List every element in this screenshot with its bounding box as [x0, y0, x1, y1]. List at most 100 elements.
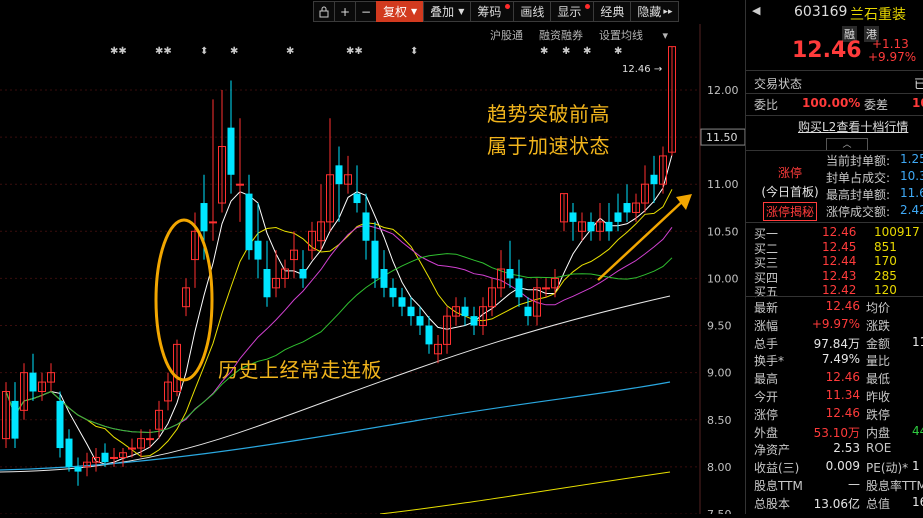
kline-chart[interactable]: 12.00 11.50 11.00 10.50 10.00 9.50 9.00 8.50 8.0…: [0, 0, 746, 518]
event-marker-icon[interactable]: ✱: [583, 46, 591, 57]
fuquan-button[interactable]: 复权 ▼: [376, 1, 425, 22]
hide-button[interactable]: 隐藏 ▸▸: [630, 1, 680, 22]
lock-icon[interactable]: [313, 1, 335, 22]
stat-label-right: 金额: [866, 336, 891, 351]
back-arrow-icon[interactable]: ◀: [752, 4, 760, 17]
quote-stat-row: 收益(三) 0.009 PE(动)* 1: [746, 459, 923, 477]
stat-label: 涨停: [754, 407, 779, 422]
overlay-button[interactable]: 叠加 ▼: [423, 1, 472, 22]
stat-value: —: [848, 477, 860, 491]
price-row: 12.46 +1.13 +9.97%: [746, 37, 923, 64]
y-tick-label: 10.00: [707, 272, 739, 285]
event-marker-icon[interactable]: ✱✱: [346, 46, 363, 57]
candle-body: [380, 269, 388, 288]
classic-button[interactable]: 经典: [593, 1, 632, 22]
candle-body: [506, 269, 514, 279]
weibi-value: 100.00%: [802, 96, 861, 110]
quote-stat-row: 净资产 2.53 ROE: [746, 441, 923, 459]
candle-body: [407, 306, 415, 317]
limit-up-stat-row: 涨停成交额: 2.42: [746, 203, 923, 221]
stat-label: 总股本: [754, 496, 791, 511]
candle-body: [569, 212, 577, 222]
display-button[interactable]: 显示: [550, 1, 595, 22]
candle-body: [254, 240, 262, 260]
candle-body: [425, 325, 433, 345]
event-marker-icon[interactable]: ⬍: [200, 46, 208, 57]
ma10-line: [5, 189, 673, 458]
stat-label: 最新: [754, 301, 779, 315]
limit-up-stat-label: 封单占成交:: [826, 171, 891, 185]
stat-label: 外盘: [754, 425, 779, 440]
candle-body: [200, 203, 208, 232]
stat-value-right: 11: [912, 334, 923, 349]
stat-label: 股息TTM: [754, 479, 803, 493]
price-change: +1.13: [872, 37, 909, 51]
limit-up-stat-row: 封单占成交: 10.3: [746, 169, 923, 187]
stat-value: 0.009: [825, 459, 860, 474]
y-tick-label: 9.00: [707, 367, 732, 380]
event-marker-icon[interactable]: ⬍: [410, 46, 418, 57]
limit-up-stat-row: 当前封单额: 1.25: [746, 152, 923, 170]
stat-label: 收益(三): [754, 461, 800, 476]
chart-canvas: 12.00 11.50 11.00 10.50 10.00 9.50 9.00 8.50 8.0…: [0, 24, 746, 518]
chips-button[interactable]: 筹码: [470, 1, 515, 22]
zoom-in-button[interactable]: +: [334, 1, 356, 22]
bid-price: 12.42: [822, 283, 857, 297]
quote-stat-row: 今开 11.34 昨收: [746, 388, 923, 406]
y-tick-label: 12.00: [707, 84, 739, 97]
notify-dot-icon: [505, 4, 511, 9]
caret-down-icon: ▼: [411, 7, 418, 16]
stat-label-right: 昨收: [866, 390, 891, 404]
event-marker-icon[interactable]: ✱: [286, 46, 294, 57]
high-price-label: 12.46 →: [622, 64, 663, 75]
margin-trading-link[interactable]: 融资融券: [539, 27, 583, 43]
quote-panel: ◀ 603169 兰石重装 融 港 12.46 +1.13 +9.97% 交易状…: [745, 0, 923, 514]
candle-body: [65, 438, 73, 467]
event-marker-icon[interactable]: ✱: [614, 46, 622, 57]
candle-body: [263, 269, 271, 298]
high-price-value: 12.46: [622, 64, 651, 75]
stat-value: 53.10万: [813, 425, 860, 440]
candle-body: [236, 183, 244, 186]
candle-body: [587, 221, 595, 232]
trend-arrowhead: [676, 194, 692, 210]
quote-stat-row: 最新 12.46 均价: [746, 299, 923, 317]
candle-body: [416, 316, 424, 326]
event-marker-icon[interactable]: ✱✱: [110, 46, 127, 57]
l2-link[interactable]: 购买L2查看十档行情: [798, 118, 908, 135]
stat-label: 净资产: [754, 443, 791, 458]
stat-value: 12.46: [825, 299, 860, 313]
candle-body: [11, 400, 19, 439]
current-price: 12.46: [792, 38, 862, 63]
stat-label-right: 跌停: [866, 407, 891, 422]
weibi-row: 委比 100.00% 委差 10: [746, 96, 923, 114]
stat-value: 12.46: [825, 405, 860, 420]
ma-settings-link[interactable]: 设置均线 ▾: [599, 27, 684, 43]
event-marker-icon[interactable]: ✱: [562, 46, 570, 57]
candle-body: [227, 127, 235, 175]
bid-label: 买五: [754, 285, 779, 299]
candle-body: [470, 316, 478, 326]
bid-volume: 170: [874, 254, 897, 268]
candle-body: [245, 193, 253, 251]
classic-label: 经典: [600, 5, 625, 19]
hk-connect-link[interactable]: 沪股通: [490, 27, 523, 43]
candle-body: [74, 466, 82, 472]
draw-line-button[interactable]: 画线: [513, 1, 552, 22]
stat-value-right: 16: [912, 494, 923, 509]
stat-label-right: 最低: [866, 372, 891, 387]
annotation-accelerate: 属于加速状态: [487, 134, 610, 158]
quote-stat-row: 股息TTM — 股息率TTM: [746, 477, 923, 495]
event-marker-icon[interactable]: ✱: [540, 46, 548, 57]
trend-arrow-line: [597, 199, 685, 281]
l2-link-row[interactable]: 购买L2查看十档行情: [746, 118, 923, 136]
ma120-line: [0, 381, 671, 471]
candle-body: [209, 221, 217, 224]
quote-stat-row: 涨幅 +9.97% 涨跌: [746, 317, 923, 335]
zoom-out-button[interactable]: −: [355, 1, 377, 22]
chips-label: 筹码: [477, 5, 502, 19]
stock-code: 603169: [794, 4, 848, 20]
candle-body: [362, 212, 370, 241]
event-marker-icon[interactable]: ✱: [230, 46, 238, 57]
event-marker-icon[interactable]: ✱✱: [155, 46, 172, 57]
